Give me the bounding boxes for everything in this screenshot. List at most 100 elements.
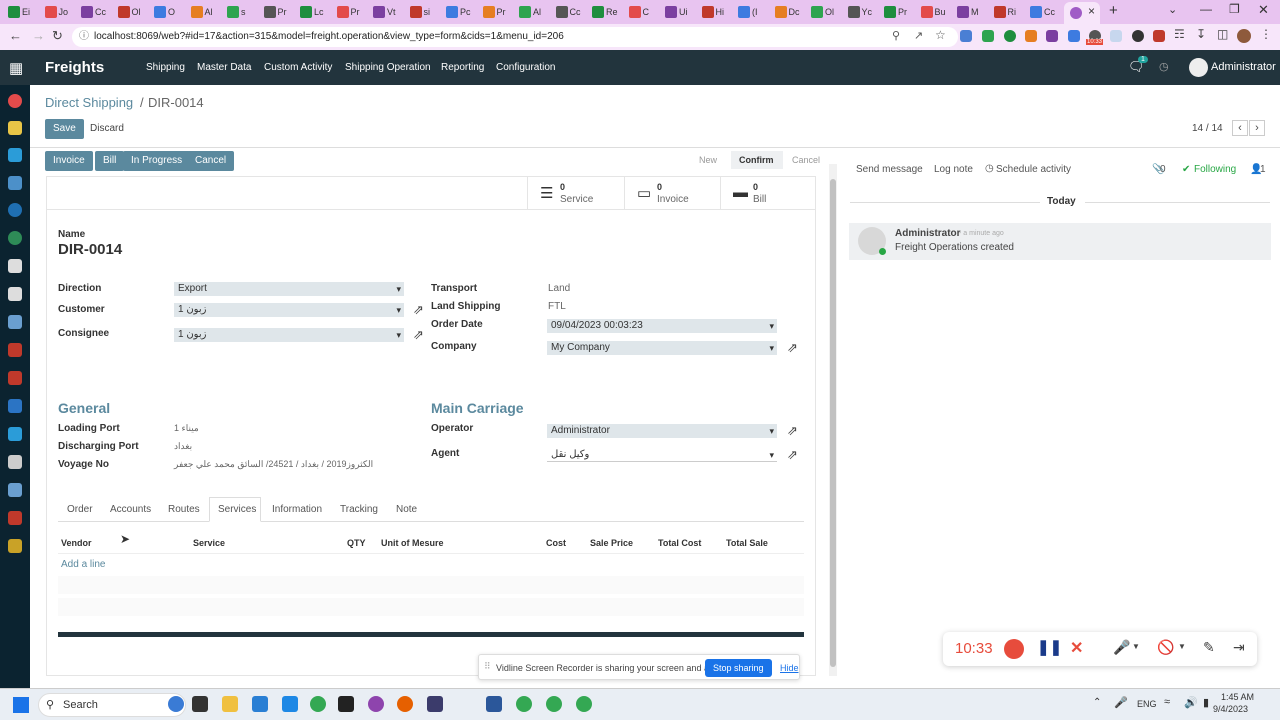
tray-chevron-icon[interactable]: ⌃ bbox=[1093, 697, 1101, 708]
column-header[interactable]: Unit of Mesure bbox=[381, 538, 444, 548]
taskbar-firefox-icon[interactable] bbox=[397, 696, 413, 712]
notebook-tab[interactable]: Services bbox=[218, 504, 256, 515]
extension-chrome-icon[interactable] bbox=[1132, 30, 1144, 42]
schedule-activity-button[interactable]: Schedule activity bbox=[996, 164, 1071, 175]
breadcrumb-parent[interactable]: Direct Shipping bbox=[45, 95, 133, 110]
add-line-link[interactable]: Add a line bbox=[61, 559, 105, 570]
record-stop-icon[interactable] bbox=[1004, 639, 1024, 659]
consignee-external-link-icon[interactable]: ⇗ bbox=[413, 327, 424, 343]
notebook-tab[interactable]: Order bbox=[67, 504, 93, 515]
browser-tab[interactable]: Ol bbox=[811, 3, 834, 21]
chrome-menu-icon[interactable]: ⋮ bbox=[1260, 27, 1272, 41]
notebook-tab[interactable]: Information bbox=[272, 504, 322, 515]
discharging-port-value[interactable]: بغداد bbox=[174, 441, 192, 452]
column-header[interactable]: Vendor bbox=[61, 538, 92, 548]
pager-prev-icon[interactable]: ‹ bbox=[1232, 120, 1248, 136]
log-note-button[interactable]: Log note bbox=[934, 164, 973, 175]
browser-tab[interactable]: Pr bbox=[263, 3, 287, 21]
user-avatar[interactable] bbox=[1189, 58, 1208, 77]
browser-tab[interactable]: C bbox=[628, 3, 649, 21]
browser-tab[interactable]: Hi bbox=[701, 3, 724, 21]
browser-tab[interactable]: Pr bbox=[482, 3, 506, 21]
send-message-button[interactable]: Send message bbox=[856, 164, 923, 175]
new-tab-button[interactable]: + bbox=[1109, 2, 1118, 19]
taskbar-terminal-icon[interactable] bbox=[338, 696, 354, 712]
extension-purple-icon[interactable] bbox=[1046, 30, 1058, 42]
taskbar-chrome4-icon[interactable] bbox=[576, 696, 592, 712]
extension-pen-icon[interactable] bbox=[1068, 30, 1080, 42]
close-tab-icon[interactable]: × bbox=[1088, 4, 1095, 18]
app-dollar-icon[interactable] bbox=[8, 231, 22, 245]
profile-avatar[interactable] bbox=[1237, 29, 1251, 43]
land-shipping-value[interactable]: FTL bbox=[548, 301, 566, 312]
taskbar-chrome3-icon[interactable] bbox=[546, 696, 562, 712]
pause-icon[interactable]: ❚❚ bbox=[1037, 638, 1062, 656]
notebook-tab[interactable]: Tracking bbox=[340, 504, 378, 515]
browser-tab[interactable]: s bbox=[227, 3, 246, 21]
browser-tab[interactable]: Lc bbox=[300, 3, 324, 21]
transport-value[interactable]: Land bbox=[548, 283, 570, 294]
notebook-tab[interactable]: Note bbox=[396, 504, 417, 515]
header-button[interactable]: In Progress bbox=[123, 151, 191, 171]
tab-search-icon[interactable]: ⌄ bbox=[1168, 3, 1177, 16]
column-header[interactable]: Cost bbox=[546, 538, 566, 548]
browser-tab[interactable]: Bu bbox=[920, 3, 946, 21]
taskbar-chrome2-icon[interactable] bbox=[516, 696, 532, 712]
taskbar-app-l-icon[interactable] bbox=[282, 696, 298, 712]
taskbar-app-dark-icon[interactable] bbox=[427, 696, 443, 712]
extension-drive-icon[interactable] bbox=[982, 30, 994, 42]
column-header[interactable]: Sale Price bbox=[590, 538, 633, 548]
tray-mic-icon[interactable]: 🎤 bbox=[1114, 696, 1128, 709]
taskbar-purple-icon[interactable] bbox=[368, 696, 384, 712]
pager-next-icon[interactable]: › bbox=[1249, 120, 1265, 136]
header-button[interactable]: Cancel bbox=[187, 151, 235, 171]
app-settings-red-icon[interactable] bbox=[8, 511, 22, 525]
column-header[interactable]: QTY bbox=[347, 538, 366, 548]
camera-off-icon[interactable]: 🚫 bbox=[1157, 639, 1174, 656]
extension-light-icon[interactable] bbox=[1110, 30, 1122, 42]
back-icon[interactable]: ← bbox=[9, 28, 22, 43]
browser-tab[interactable]: Jo bbox=[44, 3, 68, 21]
following-button[interactable]: Following bbox=[1194, 164, 1236, 175]
app-car-icon[interactable] bbox=[8, 483, 22, 497]
message-author[interactable]: Administrator bbox=[895, 228, 961, 239]
app-table-icon[interactable] bbox=[8, 315, 22, 329]
followers-count[interactable]: 1 bbox=[1260, 164, 1266, 175]
browser-tab[interactable]: Yc bbox=[847, 3, 872, 21]
window-close-icon[interactable]: ✕ bbox=[1258, 2, 1269, 18]
clock-date[interactable]: 9/4/2023 bbox=[1213, 704, 1248, 714]
user-menu[interactable]: Administrator bbox=[1211, 61, 1276, 73]
pager-value[interactable]: 14 / 14 bbox=[1192, 123, 1223, 134]
app-edit-icon[interactable] bbox=[8, 259, 22, 273]
taskbar-search-box[interactable]: ⚲ Search bbox=[38, 693, 186, 717]
discard-button[interactable]: Discard bbox=[82, 119, 132, 139]
operator-external-link-icon[interactable]: ⇗ bbox=[787, 423, 798, 439]
active-tab[interactable]: × bbox=[1064, 2, 1100, 24]
company-select[interactable]: My Company bbox=[547, 341, 777, 355]
form-scrollbar-thumb[interactable] bbox=[830, 179, 836, 667]
menu-item[interactable]: Reporting bbox=[441, 62, 484, 73]
column-header[interactable]: Total Sale bbox=[726, 538, 768, 548]
cancel-recording-icon[interactable]: ✕ bbox=[1070, 638, 1083, 658]
extension-translate-icon[interactable] bbox=[960, 30, 972, 42]
wifi-icon[interactable]: ≈ bbox=[1164, 696, 1170, 708]
site-info-icon[interactable]: ⓘ bbox=[79, 27, 89, 47]
browser-tab[interactable]: Ei bbox=[8, 3, 30, 21]
order-date-input[interactable]: 09/04/2023 00:03:23 bbox=[547, 319, 777, 333]
menu-item[interactable]: Shipping bbox=[146, 62, 185, 73]
collapse-icon[interactable]: ⇥ bbox=[1233, 639, 1245, 656]
taskbar-copilot-icon[interactable] bbox=[168, 696, 184, 712]
column-header[interactable]: Service bbox=[193, 538, 225, 548]
app-title[interactable]: Freights bbox=[45, 59, 104, 76]
app-document-icon[interactable] bbox=[8, 371, 22, 385]
header-button[interactable]: Invoice bbox=[45, 151, 93, 171]
app-tools-icon[interactable] bbox=[8, 455, 22, 469]
forward-icon[interactable]: → bbox=[32, 28, 45, 43]
operator-select[interactable]: Administrator bbox=[547, 424, 777, 438]
consignee-select[interactable]: زبون 1 bbox=[174, 328, 404, 342]
volume-icon[interactable]: 🔊 bbox=[1184, 696, 1198, 709]
browser-tab[interactable]: Vt bbox=[373, 3, 396, 21]
loading-port-value[interactable]: ميناء 1 bbox=[174, 423, 199, 434]
download-icon[interactable]: ↧ bbox=[1196, 27, 1206, 41]
customer-external-link-icon[interactable]: ⇗ bbox=[413, 302, 424, 318]
